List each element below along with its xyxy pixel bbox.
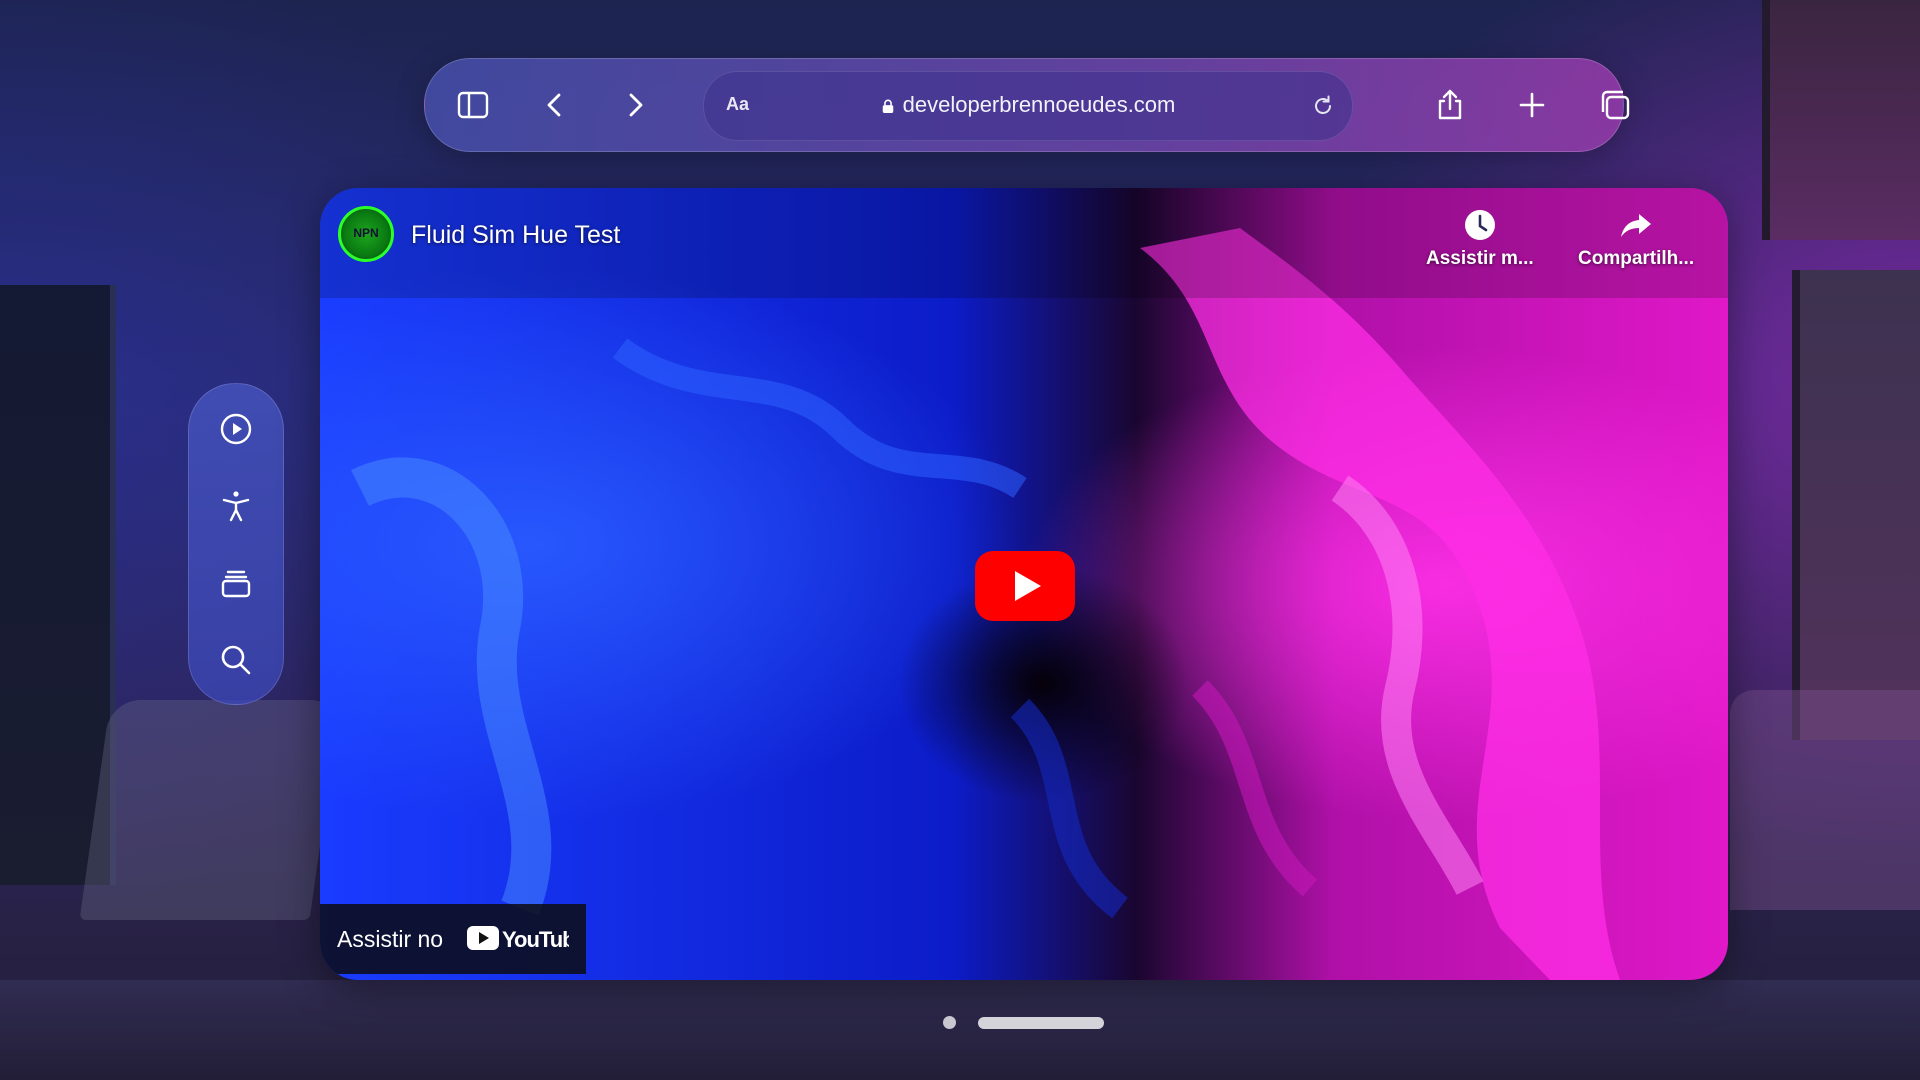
floating-sidebar bbox=[188, 383, 284, 705]
forward-icon bbox=[629, 93, 643, 117]
search-icon bbox=[221, 645, 251, 675]
room-window-right bbox=[1792, 270, 1920, 740]
address-bar[interactable]: Aa developerbrennoeudes.com bbox=[703, 71, 1353, 141]
share-button[interactable] bbox=[1428, 83, 1472, 127]
share-video-button[interactable]: Compartilh... bbox=[1578, 208, 1694, 270]
room-chair-left bbox=[79, 700, 341, 920]
stack-button[interactable] bbox=[212, 559, 260, 607]
url-text: developerbrennoeudes.com bbox=[902, 92, 1176, 117]
video-player[interactable]: NPN Fluid Sim Hue Test Assistir m... Com… bbox=[320, 188, 1728, 980]
watch-later-button[interactable]: Assistir m... bbox=[1426, 208, 1534, 270]
new-tab-button[interactable] bbox=[1510, 83, 1554, 127]
watch-on-label: Assistir no bbox=[337, 926, 444, 952]
window-move-handle[interactable] bbox=[978, 1017, 1104, 1029]
tabs-overview-button[interactable] bbox=[1593, 83, 1637, 127]
new-tab-icon bbox=[1519, 92, 1545, 118]
share-icon bbox=[1438, 89, 1462, 120]
reload-icon[interactable] bbox=[1310, 93, 1336, 119]
forward-button[interactable] bbox=[613, 83, 657, 127]
back-icon bbox=[547, 93, 561, 117]
room-floor bbox=[0, 980, 1920, 1080]
sidebar-toggle-button[interactable] bbox=[451, 83, 495, 127]
channel-avatar[interactable]: NPN bbox=[338, 206, 394, 262]
room-sofa-right bbox=[1730, 690, 1920, 910]
watch-later-label: Assistir m... bbox=[1426, 248, 1534, 269]
browser-toolbar: Aa developerbrennoeudes.com bbox=[424, 58, 1630, 152]
watch-on-youtube-button[interactable]: Assistir no YouTube bbox=[320, 904, 586, 974]
back-button[interactable] bbox=[533, 83, 577, 127]
youtube-logo-text: YouTube bbox=[502, 927, 569, 952]
tabs-overview-icon bbox=[1601, 90, 1630, 120]
share-video-label: Compartilh... bbox=[1578, 248, 1695, 269]
search-button[interactable] bbox=[212, 636, 260, 684]
sidebar-icon bbox=[457, 91, 489, 119]
room-window-top-right bbox=[1762, 0, 1920, 240]
stack-icon bbox=[221, 570, 251, 598]
play-circle-icon bbox=[220, 413, 252, 445]
accessibility-icon bbox=[222, 491, 250, 522]
youtube-logo: YouTube bbox=[467, 926, 569, 952]
window-close-dot[interactable] bbox=[943, 1016, 956, 1029]
youtube-play-button[interactable] bbox=[975, 551, 1075, 621]
accessibility-button[interactable] bbox=[212, 482, 260, 530]
play-button[interactable] bbox=[212, 405, 260, 453]
clock-icon bbox=[1464, 210, 1495, 240]
share-arrow-icon bbox=[1621, 214, 1652, 237]
channel-logo-text: NPN bbox=[353, 226, 379, 240]
lock-icon bbox=[882, 99, 893, 113]
video-title[interactable]: Fluid Sim Hue Test bbox=[411, 221, 620, 250]
